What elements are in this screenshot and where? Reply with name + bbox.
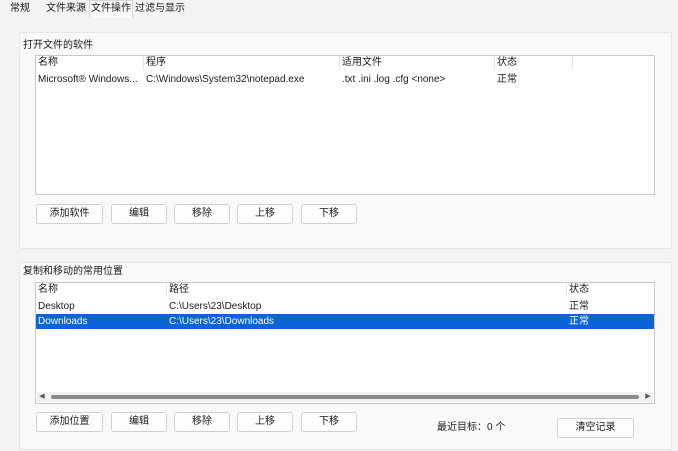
tab-filter-display[interactable]: 过滤与显示 bbox=[135, 2, 185, 16]
list-item-status: 正常 bbox=[569, 301, 589, 312]
tab-file-operations[interactable]: 文件操作 bbox=[89, 0, 133, 18]
triangle-right-icon[interactable]: ▶ bbox=[643, 392, 653, 402]
list-item-name: Downloads bbox=[38, 316, 88, 327]
list-item[interactable]: Desktop C:\Users\23\Desktop 正常 bbox=[36, 299, 654, 314]
recent-target-label: 最近目标： bbox=[437, 422, 487, 433]
column-header-program[interactable]: 程序 bbox=[144, 56, 340, 70]
clear-history-button[interactable]: 清空记录 bbox=[557, 418, 634, 438]
horizontal-scrollbar[interactable]: ◀ ▶ bbox=[37, 392, 653, 402]
open-with-list-header: 名称 程序 适用文件 状态 bbox=[36, 56, 654, 70]
add-location-button[interactable]: 添加位置 bbox=[36, 412, 103, 432]
tab-file-source[interactable]: 文件来源 bbox=[46, 2, 86, 16]
column-header-path[interactable]: 路径 bbox=[167, 283, 567, 297]
move-up-program-button[interactable]: 上移 bbox=[237, 204, 293, 224]
column-header-name[interactable]: 名称 bbox=[36, 56, 144, 70]
tab-bar: 常规 文件来源 文件操作 过滤与显示 bbox=[0, 0, 678, 18]
scrollbar-thumb[interactable] bbox=[51, 395, 639, 399]
list-item-status: 正常 bbox=[569, 316, 589, 327]
list-item-program: C:\Windows\System32\notepad.exe bbox=[146, 74, 305, 85]
locations-list-header: 名称 路径 状态 bbox=[36, 283, 654, 297]
locations-group-title: 复制和移动的常用位置 bbox=[23, 266, 123, 277]
move-up-location-button[interactable]: 上移 bbox=[237, 412, 293, 432]
column-header-status[interactable]: 状态 bbox=[495, 56, 573, 70]
locations-list[interactable]: 名称 路径 状态 Desktop C:\Users\23\Desktop 正常 … bbox=[35, 282, 655, 404]
list-item-selected[interactable]: Downloads C:\Users\23\Downloads 正常 bbox=[36, 314, 654, 329]
list-item-name: Desktop bbox=[38, 301, 75, 312]
column-header-name[interactable]: 名称 bbox=[36, 283, 167, 297]
open-with-list[interactable]: 名称 程序 适用文件 状态 Microsoft® Windows... C:\W… bbox=[35, 55, 655, 195]
triangle-left-icon[interactable]: ◀ bbox=[37, 392, 47, 402]
list-item[interactable]: Microsoft® Windows... C:\Windows\System3… bbox=[36, 72, 654, 87]
remove-program-button[interactable]: 移除 bbox=[174, 204, 230, 224]
edit-program-button[interactable]: 编辑 bbox=[111, 204, 167, 224]
tab-general[interactable]: 常规 bbox=[10, 2, 30, 16]
recent-target-count: 0 个 bbox=[487, 422, 506, 433]
list-item-status: 正常 bbox=[497, 74, 517, 85]
column-header-status[interactable]: 状态 bbox=[567, 283, 654, 297]
add-program-button[interactable]: 添加软件 bbox=[36, 204, 103, 224]
list-item-file-types: .txt .ini .log .cfg <none> bbox=[342, 74, 446, 85]
column-header-file-types[interactable]: 适用文件 bbox=[340, 56, 495, 70]
list-item-path: C:\Users\23\Desktop bbox=[169, 301, 262, 312]
remove-location-button[interactable]: 移除 bbox=[174, 412, 230, 432]
edit-location-button[interactable]: 编辑 bbox=[111, 412, 167, 432]
move-down-program-button[interactable]: 下移 bbox=[301, 204, 357, 224]
list-item-path: C:\Users\23\Downloads bbox=[169, 316, 275, 327]
list-item-name: Microsoft® Windows... bbox=[38, 74, 138, 85]
move-down-location-button[interactable]: 下移 bbox=[301, 412, 357, 432]
open-with-group-title: 打开文件的软件 bbox=[23, 40, 93, 51]
